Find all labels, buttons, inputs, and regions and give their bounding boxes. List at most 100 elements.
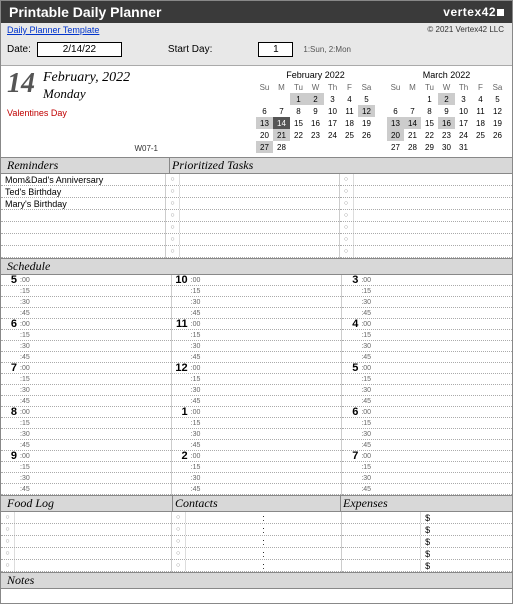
cal-day[interactable]: 11 bbox=[341, 105, 358, 117]
reminder-line[interactable]: Mary's Birthday bbox=[1, 198, 165, 210]
schedule-row[interactable]: :45 bbox=[172, 484, 342, 495]
cal-day[interactable]: 16 bbox=[307, 117, 324, 129]
task-line[interactable]: ○ bbox=[340, 210, 513, 222]
cal-day[interactable] bbox=[358, 141, 375, 153]
cal-day[interactable]: 21 bbox=[404, 129, 421, 141]
schedule-row[interactable]: :45 bbox=[1, 352, 171, 363]
task-line[interactable]: ○ bbox=[166, 222, 339, 234]
schedule-row[interactable]: :45 bbox=[342, 484, 512, 495]
cal-day[interactable] bbox=[341, 141, 358, 153]
cal-day[interactable]: 11 bbox=[472, 105, 489, 117]
contact-line[interactable]: ○: bbox=[172, 536, 342, 548]
task-line[interactable]: ○ bbox=[340, 174, 513, 186]
schedule-row[interactable]: :30 bbox=[172, 297, 342, 308]
reminder-line[interactable]: Mom&Dad's Anniversary bbox=[1, 174, 165, 186]
schedule-row[interactable]: 2:00 bbox=[172, 451, 342, 462]
foodlog-line[interactable]: ○ bbox=[1, 560, 171, 572]
schedule-row[interactable]: :30 bbox=[342, 473, 512, 484]
cal-day[interactable]: 22 bbox=[290, 129, 307, 141]
expense-line[interactable]: $ bbox=[342, 512, 512, 524]
cal-day[interactable]: 19 bbox=[489, 117, 506, 129]
foodlog-line[interactable]: ○ bbox=[1, 524, 171, 536]
schedule-row[interactable]: 4:00 bbox=[342, 319, 512, 330]
schedule-row[interactable]: 3:00 bbox=[342, 275, 512, 286]
task-line[interactable]: ○ bbox=[166, 246, 339, 258]
cal-day[interactable] bbox=[387, 93, 404, 105]
task-line[interactable]: ○ bbox=[340, 234, 513, 246]
schedule-row[interactable]: 8:00 bbox=[1, 407, 171, 418]
cal-day[interactable]: 7 bbox=[273, 105, 290, 117]
reminder-line[interactable] bbox=[1, 246, 165, 258]
cal-day[interactable]: 30 bbox=[438, 141, 455, 153]
template-link[interactable]: Daily Planner Template bbox=[7, 25, 99, 35]
cal-day[interactable]: 5 bbox=[489, 93, 506, 105]
foodlog-line[interactable]: ○ bbox=[1, 548, 171, 560]
schedule-row[interactable]: :15 bbox=[172, 462, 342, 473]
cal-day[interactable] bbox=[489, 141, 506, 153]
expense-line[interactable]: $ bbox=[342, 524, 512, 536]
schedule-row[interactable]: :45 bbox=[172, 440, 342, 451]
cal-day[interactable]: 6 bbox=[387, 105, 404, 117]
cal-day[interactable]: 31 bbox=[455, 141, 472, 153]
schedule-row[interactable]: 1:00 bbox=[172, 407, 342, 418]
schedule-row[interactable]: :30 bbox=[1, 473, 171, 484]
cal-day[interactable]: 28 bbox=[404, 141, 421, 153]
cal-day[interactable]: 13 bbox=[256, 117, 273, 129]
schedule-row[interactable]: :15 bbox=[1, 330, 171, 341]
cal-day[interactable]: 27 bbox=[387, 141, 404, 153]
cal-day[interactable]: 6 bbox=[256, 105, 273, 117]
task-line[interactable]: ○ bbox=[166, 186, 339, 198]
cal-day[interactable]: 13 bbox=[387, 117, 404, 129]
task-line[interactable]: ○ bbox=[340, 246, 513, 258]
schedule-row[interactable]: :15 bbox=[1, 374, 171, 385]
cal-day[interactable]: 23 bbox=[307, 129, 324, 141]
schedule-row[interactable]: 5:00 bbox=[342, 363, 512, 374]
schedule-row[interactable]: :45 bbox=[342, 308, 512, 319]
schedule-row[interactable]: :15 bbox=[342, 462, 512, 473]
schedule-row[interactable]: :45 bbox=[342, 396, 512, 407]
cal-day[interactable]: 7 bbox=[404, 105, 421, 117]
foodlog-line[interactable]: ○ bbox=[1, 512, 171, 524]
schedule-row[interactable]: :15 bbox=[342, 286, 512, 297]
cal-day[interactable]: 29 bbox=[421, 141, 438, 153]
cal-day[interactable]: 4 bbox=[341, 93, 358, 105]
cal-day[interactable]: 20 bbox=[256, 129, 273, 141]
cal-day[interactable]: 10 bbox=[324, 105, 341, 117]
foodlog-line[interactable]: ○ bbox=[1, 536, 171, 548]
cal-day[interactable]: 24 bbox=[324, 129, 341, 141]
cal-day[interactable] bbox=[472, 141, 489, 153]
cal-day[interactable] bbox=[256, 93, 273, 105]
task-line[interactable]: ○ bbox=[340, 186, 513, 198]
cal-day[interactable]: 5 bbox=[358, 93, 375, 105]
task-line[interactable]: ○ bbox=[166, 174, 339, 186]
schedule-row[interactable]: :30 bbox=[172, 385, 342, 396]
cal-day[interactable]: 2 bbox=[307, 93, 324, 105]
schedule-row[interactable]: :15 bbox=[172, 286, 342, 297]
schedule-row[interactable]: :15 bbox=[342, 330, 512, 341]
contact-line[interactable]: ○: bbox=[172, 524, 342, 536]
reminder-line[interactable] bbox=[1, 210, 165, 222]
schedule-row[interactable]: :30 bbox=[172, 429, 342, 440]
schedule-row[interactable]: :30 bbox=[1, 297, 171, 308]
schedule-row[interactable]: 5:00 bbox=[1, 275, 171, 286]
contact-line[interactable]: ○: bbox=[172, 512, 342, 524]
cal-day[interactable]: 17 bbox=[455, 117, 472, 129]
date-input[interactable] bbox=[37, 42, 122, 57]
cal-day[interactable] bbox=[273, 93, 290, 105]
task-line[interactable]: ○ bbox=[166, 198, 339, 210]
cal-day[interactable]: 9 bbox=[307, 105, 324, 117]
contact-line[interactable]: ○: bbox=[172, 560, 342, 572]
cal-day[interactable]: 2 bbox=[438, 93, 455, 105]
cal-day[interactable]: 17 bbox=[324, 117, 341, 129]
cal-day[interactable] bbox=[290, 141, 307, 153]
cal-day[interactable] bbox=[324, 141, 341, 153]
schedule-row[interactable]: 6:00 bbox=[342, 407, 512, 418]
cal-day[interactable]: 3 bbox=[455, 93, 472, 105]
cal-day[interactable]: 8 bbox=[421, 105, 438, 117]
cal-day[interactable]: 25 bbox=[341, 129, 358, 141]
schedule-row[interactable]: :15 bbox=[1, 418, 171, 429]
reminder-line[interactable]: Ted's Birthday bbox=[1, 186, 165, 198]
schedule-row[interactable]: :30 bbox=[342, 341, 512, 352]
schedule-row[interactable]: :45 bbox=[172, 352, 342, 363]
schedule-row[interactable]: :45 bbox=[172, 308, 342, 319]
